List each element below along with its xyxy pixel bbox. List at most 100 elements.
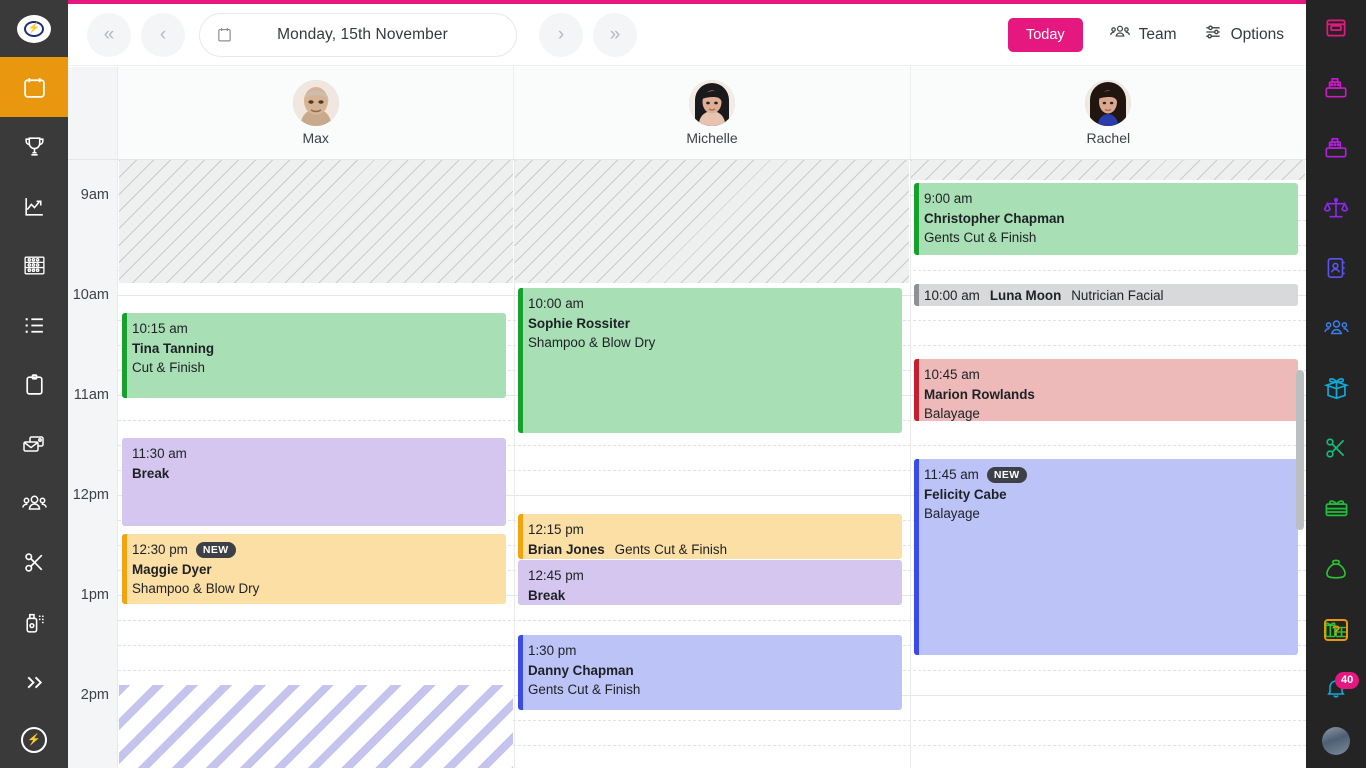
right-item-clients[interactable]: [1306, 300, 1366, 360]
phorest-logo-icon: ⚡: [17, 15, 51, 43]
sidebar-item-expand[interactable]: [0, 652, 68, 712]
sidebar-item-goals[interactable]: [0, 117, 68, 176]
calendar-icon: [22, 75, 47, 100]
right-item-purse[interactable]: [1306, 540, 1366, 600]
appointment-card[interactable]: 1:30 pmDanny ChapmanGents Cut & Finish: [518, 635, 902, 710]
appointment-header: 1:30 pm: [528, 641, 902, 661]
column-separator: [910, 160, 911, 768]
last-page-button[interactable]: »: [593, 13, 637, 57]
accent-bar: [68, 0, 1306, 4]
notifications-button[interactable]: 40: [1306, 660, 1366, 720]
appointment-card[interactable]: 11:45 amNEWFelicity CabeBalayage: [914, 459, 1298, 655]
appointment-service: Nutrician Facial: [1071, 286, 1163, 306]
notification-badge: 40: [1335, 672, 1359, 689]
sidebar-item-marketing[interactable]: [0, 414, 68, 473]
product-bottle-icon: [22, 610, 47, 635]
purse-icon: [1323, 555, 1349, 586]
appointment-header: 12:30 pmNEW: [132, 540, 506, 560]
team-button[interactable]: Team: [1109, 22, 1177, 47]
right-item-cash-register[interactable]: [1306, 60, 1366, 120]
footer-logo[interactable]: ⚡: [0, 712, 68, 768]
appointment-row: 10:00 amLuna MoonNutrician Facial: [924, 286, 1298, 306]
scissors-icon: [1323, 435, 1349, 466]
first-page-button[interactable]: «: [87, 13, 131, 57]
calendar-grid[interactable]: 10:15 amTina TanningCut & Finish 11:30 am…: [118, 160, 1306, 768]
sidebar-item-reports[interactable]: [0, 176, 68, 235]
chart-growth-icon: [22, 194, 47, 219]
time-gutter-header: [68, 67, 118, 159]
sidebar-item-accounts[interactable]: [0, 236, 68, 295]
prev-day-button[interactable]: ‹: [141, 13, 185, 57]
appointment-status-bar: [914, 284, 919, 306]
sidebar-item-lists[interactable]: [0, 295, 68, 354]
app-logo[interactable]: ⚡: [0, 0, 68, 57]
appointment-card[interactable]: 12:15 pmBrian JonesGents Cut & Finish: [518, 514, 902, 559]
staff-name: Max: [302, 130, 328, 146]
appointment-card[interactable]: 11:30 amBreak: [122, 438, 506, 526]
right-item-contacts[interactable]: [1306, 240, 1366, 300]
appointment-service: Balayage: [924, 504, 1298, 524]
right-item-gift-box[interactable]: [1306, 360, 1366, 420]
appointment-header: 12:15 pm: [528, 520, 902, 540]
appointment-time: 10:15 am: [132, 319, 188, 339]
right-item-services[interactable]: [1306, 420, 1366, 480]
time-gutter: 9am 10am 11am 12pm 1pm 2pm: [68, 160, 118, 768]
next-day-button[interactable]: ›: [539, 13, 583, 57]
appointment-row: Brian JonesGents Cut & Finish: [528, 540, 902, 559]
blocked-time-region: [911, 160, 1305, 180]
appointment-status-bar: [518, 514, 523, 559]
blocked-time-region: [515, 160, 909, 283]
today-button[interactable]: Today: [1008, 18, 1083, 52]
appointment-client: Danny Chapman: [528, 661, 902, 681]
right-sidebar-bottom: ? 40: [1306, 600, 1366, 768]
cash-register-icon: [1323, 75, 1349, 106]
appointment-card[interactable]: 10:15 amTina TanningCut & Finish: [122, 313, 506, 398]
scissors-icon: [22, 550, 47, 575]
appointment-card[interactable]: 9:00 amChristopher ChapmanGents Cut & Fi…: [914, 183, 1298, 255]
sidebar-bottom: ⚡: [0, 652, 68, 768]
appointment-header: 12:45 pm: [528, 566, 902, 586]
sidebar-item-consultations[interactable]: [0, 355, 68, 414]
time-label: 10am: [73, 287, 109, 303]
staff-column-header-rachel[interactable]: Rachel: [911, 67, 1306, 159]
appointment-client: Tina Tanning: [132, 339, 506, 359]
appointment-card[interactable]: 12:30 pmNEWMaggie DyerShampoo & Blow Dry: [122, 534, 506, 604]
appointment-header: 11:45 amNEW: [924, 465, 1298, 485]
appointment-status-bar: [914, 183, 919, 255]
appointment-card[interactable]: 10:00 amSophie RossiterShampoo & Blow Dr…: [518, 288, 902, 433]
help-button[interactable]: ?: [1306, 600, 1366, 660]
appointment-status-bar: [518, 288, 523, 433]
left-sidebar: ⚡: [0, 0, 68, 768]
right-item-till[interactable]: [1306, 0, 1366, 60]
appointment-card[interactable]: 10:00 amLuna MoonNutrician Facial: [914, 284, 1298, 306]
appointment-card[interactable]: 10:45 amMarion RowlandsBalayage: [914, 359, 1298, 421]
staff-column-header-max[interactable]: Max: [118, 67, 514, 159]
user-menu[interactable]: [1306, 720, 1366, 768]
current-date-label: Monday, 15th November: [225, 26, 500, 44]
options-button[interactable]: Options: [1203, 22, 1284, 47]
staff-header-row: Max: [68, 67, 1306, 160]
date-picker[interactable]: Monday, 15th November: [199, 13, 517, 57]
right-item-balance[interactable]: [1306, 180, 1366, 240]
appointment-service: Cut & Finish: [132, 358, 506, 378]
register-icon: [1323, 15, 1349, 46]
time-label: 9am: [81, 187, 109, 203]
staff-column-header-michelle[interactable]: Michelle: [514, 67, 910, 159]
avatar: [689, 80, 735, 126]
sidebar-item-clients[interactable]: [0, 474, 68, 533]
calendar-vertical-scrollbar[interactable]: [1296, 370, 1304, 530]
sidebar-item-services[interactable]: [0, 533, 68, 592]
sidebar-item-appointments[interactable]: [0, 57, 68, 116]
column-separator: [514, 160, 515, 768]
appointment-time: 12:45 pm: [528, 566, 584, 586]
group-icon: [1109, 22, 1131, 47]
appointment-card[interactable]: 12:45 pmBreak: [518, 560, 902, 605]
appointment-service: Gents Cut & Finish: [924, 228, 1298, 248]
appointment-service: Gents Cut & Finish: [528, 680, 902, 700]
right-item-cash-register-alt[interactable]: [1306, 120, 1366, 180]
appointment-header: 10:00 am: [528, 294, 902, 314]
sidebar-item-products[interactable]: [0, 593, 68, 652]
appointment-client: Sophie Rossiter: [528, 314, 902, 334]
right-item-gift-card[interactable]: [1306, 480, 1366, 540]
clipboard-icon: [22, 372, 47, 397]
